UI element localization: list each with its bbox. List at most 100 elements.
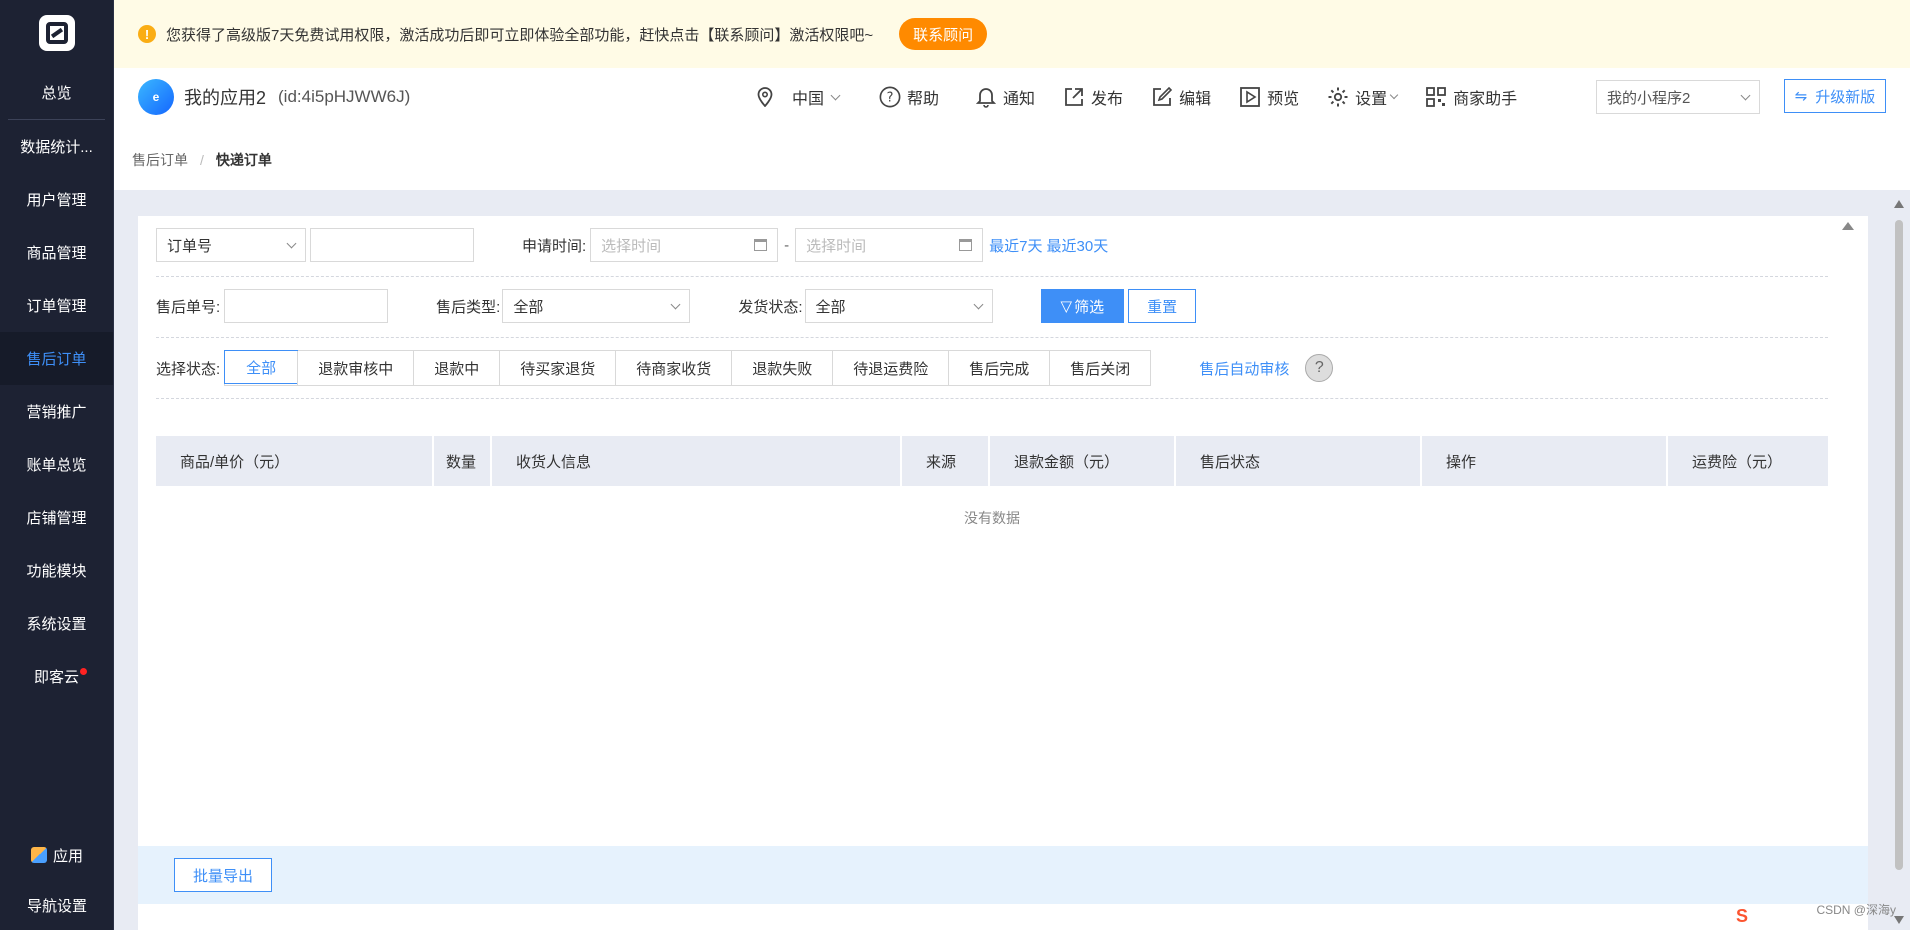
column-header: 数量 xyxy=(434,436,492,486)
sidebar-item-overview[interactable]: 总览 xyxy=(0,66,113,119)
column-header: 售后状态 xyxy=(1176,436,1422,486)
settings-button[interactable]: 设置 xyxy=(1327,85,1399,109)
column-header: 收货人信息 xyxy=(492,436,902,486)
recent-30-days-link[interactable]: 最近30天 xyxy=(1047,235,1109,256)
order-no-input[interactable] xyxy=(310,228,474,262)
date-start-input[interactable]: 选择时间 xyxy=(590,228,779,262)
sidebar-item-system[interactable]: 系统设置 xyxy=(0,597,113,650)
header-tools: 中国 ? 帮助 通知 发布 编辑 预览 设置 商家助手 xyxy=(754,68,1545,126)
filter-row-1: 订单号 申请时间: 选择时间 - 选择时间 最近7天 最近30天 xyxy=(156,228,1828,262)
status-await-freight-insurance[interactable]: 待退运费险 xyxy=(832,351,948,385)
top-header: e 我的应用2 (id:4i5pHJWW6J) 中国 ? 帮助 通知 发布 编辑… xyxy=(114,68,1910,126)
date-end-input[interactable]: 选择时间 xyxy=(795,228,984,262)
help-button[interactable]: ? 帮助 xyxy=(879,85,939,109)
chevron-down-icon xyxy=(1740,90,1751,100)
status-all[interactable]: 全部 xyxy=(224,350,299,384)
status-closed[interactable]: 售后关闭 xyxy=(1049,351,1150,385)
divider xyxy=(156,276,1828,277)
calendar-icon xyxy=(959,239,973,251)
share-box-icon xyxy=(1063,86,1085,108)
chevron-down-icon xyxy=(1389,90,1399,100)
column-header: 商品/单价（元） xyxy=(156,436,434,486)
status-refund-review[interactable]: 退款审核中 xyxy=(297,351,413,385)
reset-button[interactable]: 重置 xyxy=(1128,289,1197,323)
bell-icon xyxy=(975,86,997,108)
breadcrumb: 售后订单 / 快递订单 xyxy=(132,150,272,170)
sidebar-item-bills[interactable]: 账单总览 xyxy=(0,438,113,491)
search-type-select[interactable]: 订单号 xyxy=(156,228,306,262)
publish-button[interactable]: 发布 xyxy=(1063,85,1123,109)
empty-state-text: 没有数据 xyxy=(964,510,1020,526)
help-icon[interactable]: ? xyxy=(1305,354,1334,382)
divider xyxy=(156,337,1828,338)
column-header: 退款金额（元） xyxy=(990,436,1176,486)
breadcrumb-current: 快递订单 xyxy=(215,152,272,168)
sidebar-item-products[interactable]: 商品管理 xyxy=(0,226,113,279)
sidebar-item-marketing[interactable]: 营销推广 xyxy=(0,385,113,438)
notify-button[interactable]: 通知 xyxy=(975,85,1035,109)
logo-area[interactable] xyxy=(0,0,113,66)
sidebar-item-nav-settings[interactable]: 导航设置 xyxy=(0,880,114,930)
status-completed[interactable]: 售后完成 xyxy=(948,351,1049,385)
chevron-down-icon xyxy=(670,299,681,309)
app-logo xyxy=(38,15,75,51)
sidebar-item-jikeyun[interactable]: 即客云 xyxy=(0,650,113,703)
preview-button[interactable]: 预览 xyxy=(1239,85,1299,109)
apply-time-label: 申请时间: xyxy=(522,237,587,255)
content-card: 订单号 申请时间: 选择时间 - 选择时间 最近7天 最近30天 售后单号: 售… xyxy=(138,216,1868,930)
warning-icon: ! xyxy=(138,25,156,43)
filter-button[interactable]: ▽ 筛选 xyxy=(1040,289,1125,323)
sidebar-item-aftersale[interactable]: 售后订单 xyxy=(0,332,113,385)
banner-text: 您获得了高级版7天免费试用权限，激活成功后即可立即体验全部功能，赶快点击【联系顾… xyxy=(166,26,874,44)
filter-row-3: 选择状态: 全部 退款审核中 退款中 待买家退货 待商家收货 退款失败 待退运费… xyxy=(156,350,1828,386)
column-header: 来源 xyxy=(902,436,990,486)
sidebar-item-store[interactable]: 店铺管理 xyxy=(0,491,113,544)
status-await-buyer-return[interactable]: 待买家退货 xyxy=(499,351,615,385)
chevron-down-icon xyxy=(830,90,841,100)
scrollbar-thumb[interactable] xyxy=(1895,220,1903,870)
funnel-icon: ▽ xyxy=(1060,298,1073,315)
swap-icon: ⇋ xyxy=(1794,88,1808,105)
recent-7-days-link[interactable]: 最近7天 xyxy=(989,235,1042,256)
aftersale-type-label: 售后类型: xyxy=(436,298,501,316)
sidebar-item-stats[interactable]: 数据统计... xyxy=(0,120,113,173)
merchant-assistant-button[interactable]: 商家助手 xyxy=(1425,85,1517,109)
mini-program-select[interactable]: 我的小程序2 xyxy=(1596,80,1760,114)
status-segment: 全部 退款审核中 退款中 待买家退货 待商家收货 退款失败 待退运费险 售后完成… xyxy=(224,350,1152,386)
batch-action-bar: 批量导出 xyxy=(138,846,1868,904)
sidebar-item-users[interactable]: 用户管理 xyxy=(0,173,113,226)
divider xyxy=(156,398,1828,399)
app-avatar: e xyxy=(138,79,174,115)
qrcode-icon xyxy=(1425,86,1447,108)
location-pin-icon xyxy=(754,86,776,108)
scroll-up-arrow-icon[interactable] xyxy=(1842,222,1854,230)
calendar-icon xyxy=(754,239,768,251)
region-selector[interactable]: 中国 xyxy=(754,85,841,109)
batch-export-button[interactable]: 批量导出 xyxy=(174,858,273,892)
scroll-up-arrow-icon[interactable] xyxy=(1894,200,1904,208)
status-await-merchant-receive[interactable]: 待商家收货 xyxy=(615,351,731,385)
aftersale-no-input[interactable] xyxy=(224,289,389,323)
page-scrollbar[interactable] xyxy=(1894,196,1904,926)
edit-button[interactable]: 编辑 xyxy=(1151,85,1211,109)
table-header: 商品/单价（元） 数量 收货人信息 来源 退款金额（元） 售后状态 操作 运费险… xyxy=(156,436,1828,486)
status-refunding[interactable]: 退款中 xyxy=(413,351,499,385)
breadcrumb-parent[interactable]: 售后订单 xyxy=(132,152,188,168)
chevron-down-icon xyxy=(973,299,983,309)
ship-status-select[interactable]: 全部 xyxy=(804,289,993,323)
status-refund-failed[interactable]: 退款失败 xyxy=(731,351,832,385)
app-id: (id:4i5pHJWW6J) xyxy=(278,87,411,106)
svg-text:?: ? xyxy=(887,91,894,106)
upgrade-button[interactable]: ⇋ 升级新版 xyxy=(1784,79,1886,113)
sidebar-item-modules[interactable]: 功能模块 xyxy=(0,544,113,597)
auto-review-link[interactable]: 售后自动审核 xyxy=(1199,358,1289,379)
breadcrumb-separator: / xyxy=(200,152,204,168)
contact-advisor-button[interactable]: 联系顾问 xyxy=(899,18,988,50)
aftersale-type-select[interactable]: 全部 xyxy=(502,289,691,323)
play-box-icon xyxy=(1239,86,1261,108)
sidebar-item-orders[interactable]: 订单管理 xyxy=(0,279,113,332)
sidebar-item-apps[interactable]: 应用 xyxy=(0,830,114,880)
chevron-down-icon xyxy=(286,238,297,248)
question-circle-icon: ? xyxy=(879,86,901,108)
trial-banner: ! 您获得了高级版7天免费试用权限，激活成功后即可立即体验全部功能，赶快点击【联… xyxy=(114,0,1910,68)
